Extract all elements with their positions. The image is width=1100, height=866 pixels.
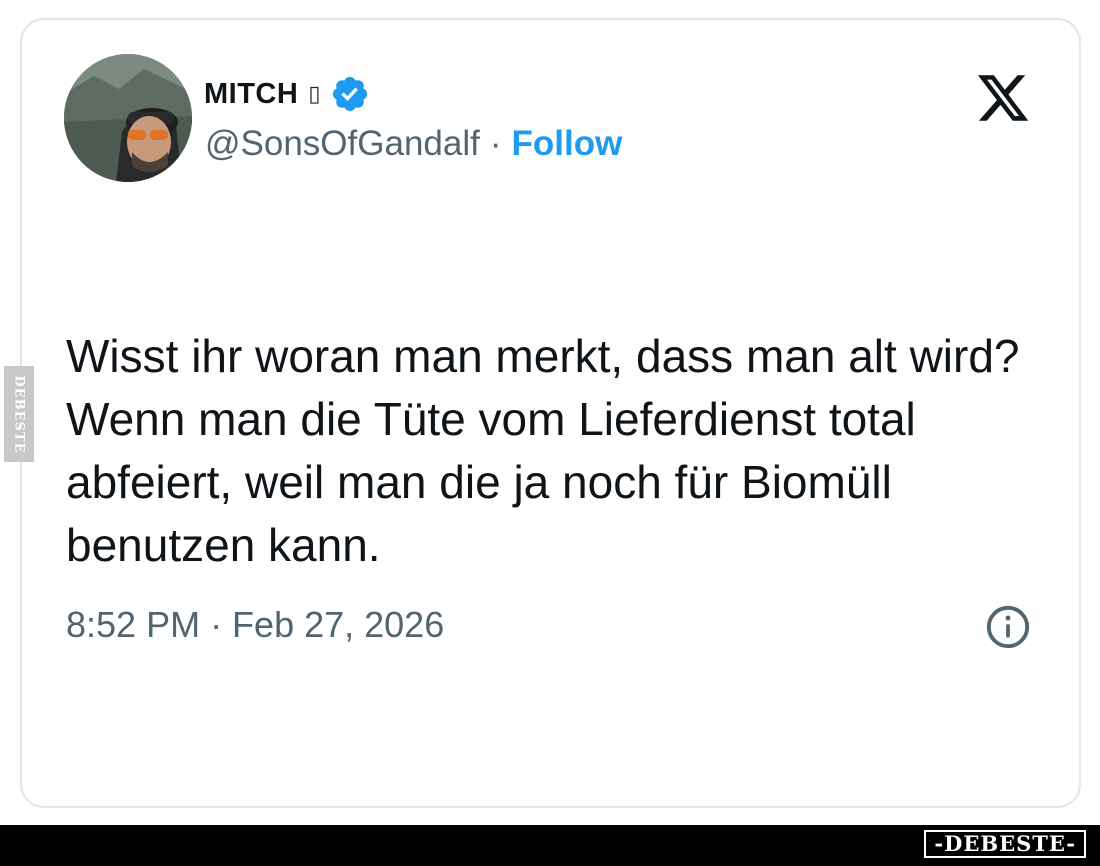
footer-bar: -DEBESTE- — [0, 825, 1100, 866]
tweet-timestamp[interactable]: 8:52 PM · Feb 27, 2026 — [66, 604, 444, 646]
verified-badge-icon — [330, 74, 370, 114]
avatar-photo — [64, 54, 192, 182]
avatar[interactable] — [64, 54, 192, 182]
footer-watermark-logo: -DEBESTE- — [923, 829, 1087, 859]
x-logo-icon[interactable] — [974, 70, 1032, 126]
author-name-emoji: ▯ — [308, 81, 321, 107]
author-handle[interactable]: @SonsOfGandalf — [205, 124, 480, 164]
author-name-row: MITCH ▯ — [204, 72, 370, 116]
author-display-name[interactable]: MITCH — [204, 78, 298, 111]
follow-button[interactable]: Follow — [512, 124, 623, 164]
side-watermark-label: DEBESTE — [11, 374, 27, 454]
side-watermark: DEBESTE — [4, 366, 34, 462]
author-handle-row: @SonsOfGandalf · Follow — [205, 124, 622, 164]
tweet-card: MITCH ▯ @SonsOfGandalf · Follow Wisst ih… — [20, 18, 1081, 808]
separator-dot: · — [489, 124, 502, 163]
info-icon[interactable] — [985, 604, 1031, 650]
tweet-text: Wisst ihr woran man merkt, dass man alt … — [66, 330, 1020, 571]
